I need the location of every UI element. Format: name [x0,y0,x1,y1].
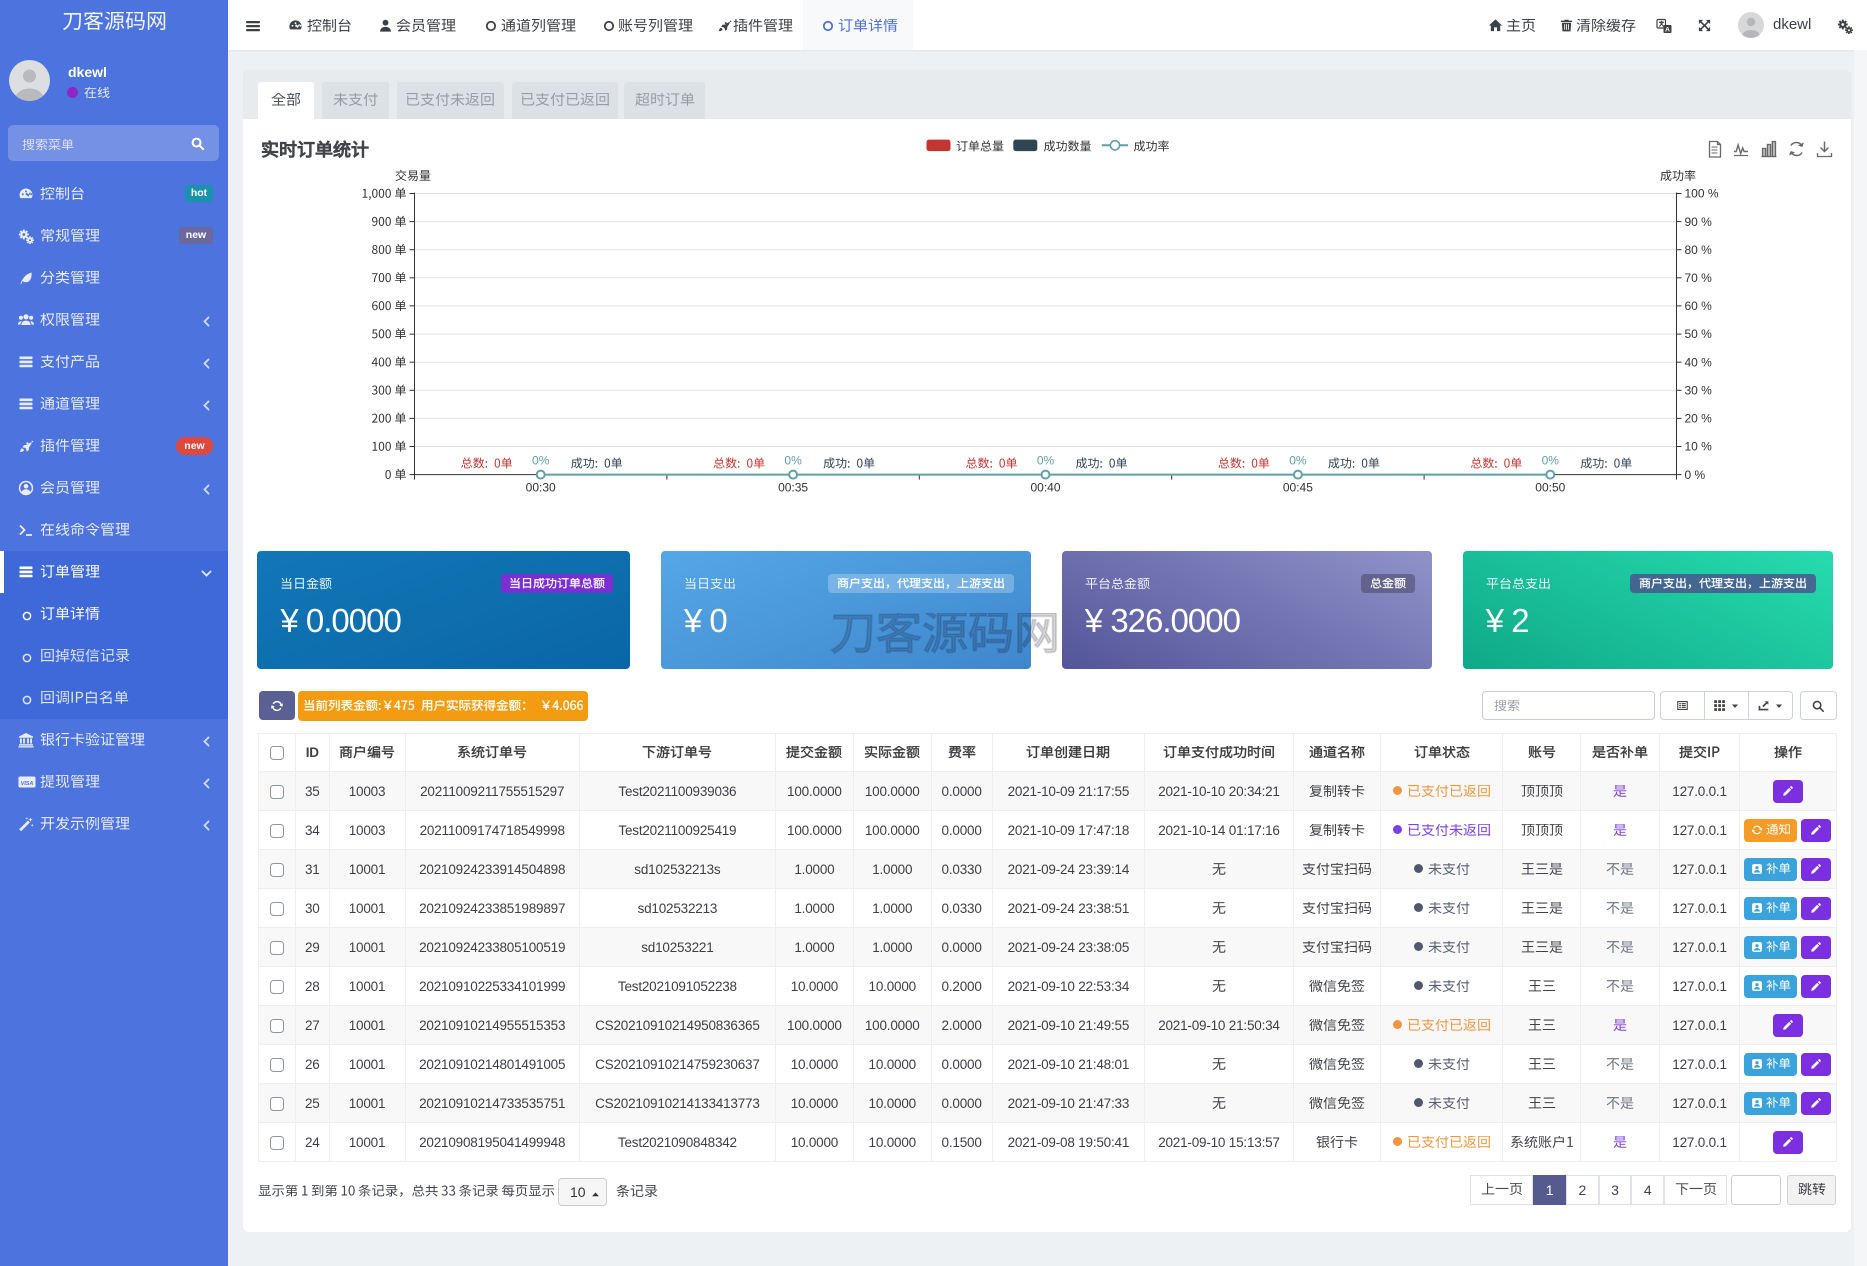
svg-text:20 %: 20 % [1685,412,1713,426]
svg-text:00:45: 00:45 [1283,481,1313,495]
svg-text:30 %: 30 % [1685,384,1713,398]
svg-text:0%: 0% [1289,454,1307,468]
svg-text:VISA: VISA [21,781,34,787]
svg-text:0 %: 0 % [1685,468,1706,482]
svg-text:0%: 0% [1542,454,1560,468]
svg-text:00:40: 00:40 [1030,481,1060,495]
svg-text:50 %: 50 % [1685,327,1713,341]
svg-text:10 %: 10 % [1685,440,1713,454]
svg-text:100 %: 100 % [1685,187,1719,201]
svg-text:40 %: 40 % [1685,355,1713,369]
svg-text:90 %: 90 % [1685,215,1713,229]
svg-text:80 %: 80 % [1685,243,1713,257]
svg-text:60 %: 60 % [1685,299,1713,313]
svg-text:A: A [1665,26,1670,33]
svg-text:00:35: 00:35 [778,481,808,495]
svg-text:00:30: 00:30 [526,481,556,495]
svg-text:70 %: 70 % [1685,271,1713,285]
svg-text:0%: 0% [784,454,802,468]
svg-text:00:50: 00:50 [1535,481,1565,495]
svg-text:0%: 0% [1037,454,1055,468]
svg-text:0%: 0% [532,454,550,468]
